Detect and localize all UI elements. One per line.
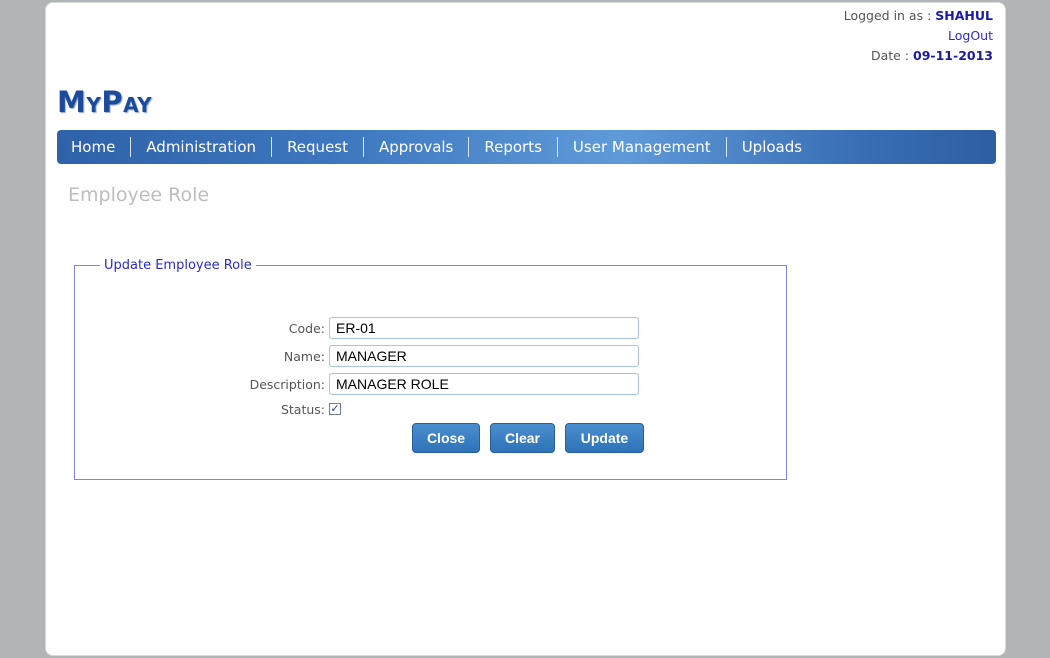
code-row: Code:	[75, 316, 639, 340]
status-row: Status: ✓	[75, 397, 341, 421]
update-employee-role-form: Update Employee Role Code: Name: Descrip…	[74, 258, 787, 480]
name-label: Name:	[283, 348, 325, 364]
nav-reports[interactable]: Reports	[469, 137, 558, 157]
nav-request[interactable]: Request	[272, 137, 364, 157]
close-button[interactable]: Close	[412, 423, 480, 453]
app-logo: MyPay	[57, 85, 153, 119]
nav-approvals[interactable]: Approvals	[364, 137, 470, 157]
logout-link[interactable]: LogOut	[948, 28, 993, 43]
clear-button[interactable]: Clear	[490, 423, 555, 453]
date-label: Date :	[870, 48, 910, 63]
status-checkbox[interactable]: ✓	[329, 403, 341, 415]
user-info: Logged in as : SHAHUL LogOut Date : 09-1…	[844, 6, 993, 66]
name-row: Name:	[75, 344, 639, 368]
code-input[interactable]	[329, 317, 639, 339]
checkmark-icon: ✓	[330, 402, 340, 415]
name-input[interactable]	[329, 345, 639, 367]
logged-in-label: Logged in as :	[843, 8, 932, 23]
description-input[interactable]	[329, 373, 639, 395]
nav-user-management[interactable]: User Management	[558, 137, 727, 157]
description-label: Description:	[249, 376, 325, 392]
form-legend: Update Employee Role	[104, 258, 252, 273]
nav-uploads[interactable]: Uploads	[727, 137, 817, 157]
username: SHAHUL	[935, 8, 993, 23]
update-button[interactable]: Update	[565, 423, 644, 453]
nav-home[interactable]: Home	[61, 137, 132, 157]
form-buttons: Close Clear Update	[412, 423, 644, 453]
date-value: 09-11-2013	[913, 48, 993, 63]
status-label: Status:	[280, 401, 325, 417]
description-row: Description:	[75, 372, 639, 396]
main-nav: Home Administration Request Approvals Re…	[57, 130, 996, 164]
page-title: Employee Role	[68, 184, 210, 206]
main-page: Logged in as : SHAHUL LogOut Date : 09-1…	[45, 2, 1006, 656]
code-label: Code:	[288, 320, 325, 336]
nav-administration[interactable]: Administration	[131, 137, 273, 157]
